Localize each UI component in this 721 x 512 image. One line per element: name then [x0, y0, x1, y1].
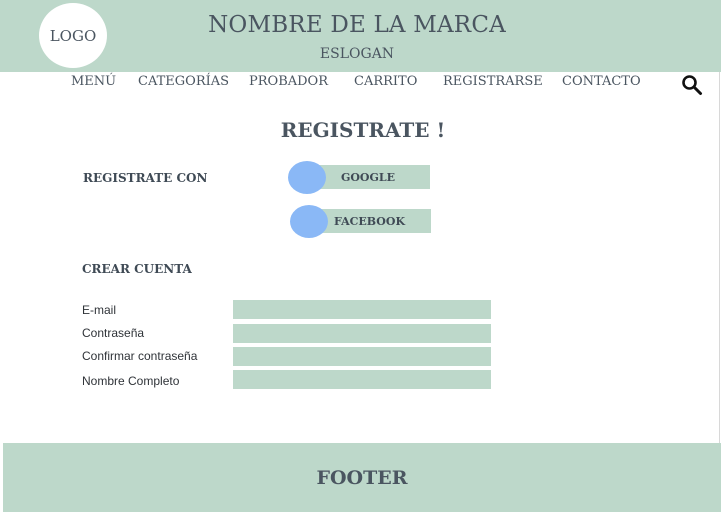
create-account-label: CREAR CUENTA — [82, 262, 192, 276]
nav-item-categorias[interactable]: CATEGORÍAS — [138, 74, 229, 89]
logo[interactable]: LOGO — [39, 3, 107, 68]
main-nav: MENÚ CATEGORÍAS PROBADOR CARRITO REGISTR… — [0, 72, 721, 94]
nav-item-registrarse[interactable]: REGISTRARSE — [443, 74, 543, 89]
google-icon[interactable] — [288, 161, 326, 194]
nav-item-menu[interactable]: MENÚ — [71, 74, 116, 89]
header: LOGO NOMBRE DE LA MARCA ESLOGAN — [0, 0, 721, 72]
nav-item-probador[interactable]: PROBADOR — [249, 74, 328, 89]
search-icon[interactable] — [681, 74, 703, 96]
password-field[interactable] — [233, 324, 491, 343]
facebook-button-label: FACEBOOK — [333, 214, 406, 228]
confirm-password-field[interactable] — [233, 347, 491, 366]
footer-label: FOOTER — [316, 466, 408, 489]
confirm-password-label: Confirmar contraseña — [82, 349, 198, 363]
full-name-field[interactable] — [233, 370, 491, 389]
page-title: REGISTRATE ! — [280, 118, 446, 142]
nav-item-carrito[interactable]: CARRITO — [354, 74, 417, 89]
facebook-icon[interactable] — [290, 205, 328, 238]
google-button-label: GOOGLE — [340, 170, 396, 184]
email-label: E-mail — [82, 303, 117, 317]
register-with-label: REGISTRATE CON — [83, 171, 208, 185]
slogan: ESLOGAN — [319, 46, 395, 62]
nav-item-contacto[interactable]: CONTACTO — [562, 74, 641, 89]
email-field[interactable] — [233, 300, 491, 319]
full-name-label: Nombre Completo — [82, 374, 180, 388]
footer: FOOTER — [3, 443, 721, 512]
password-label: Contraseña — [82, 326, 145, 340]
brand-name: NOMBRE DE LA MARCA — [208, 12, 506, 38]
